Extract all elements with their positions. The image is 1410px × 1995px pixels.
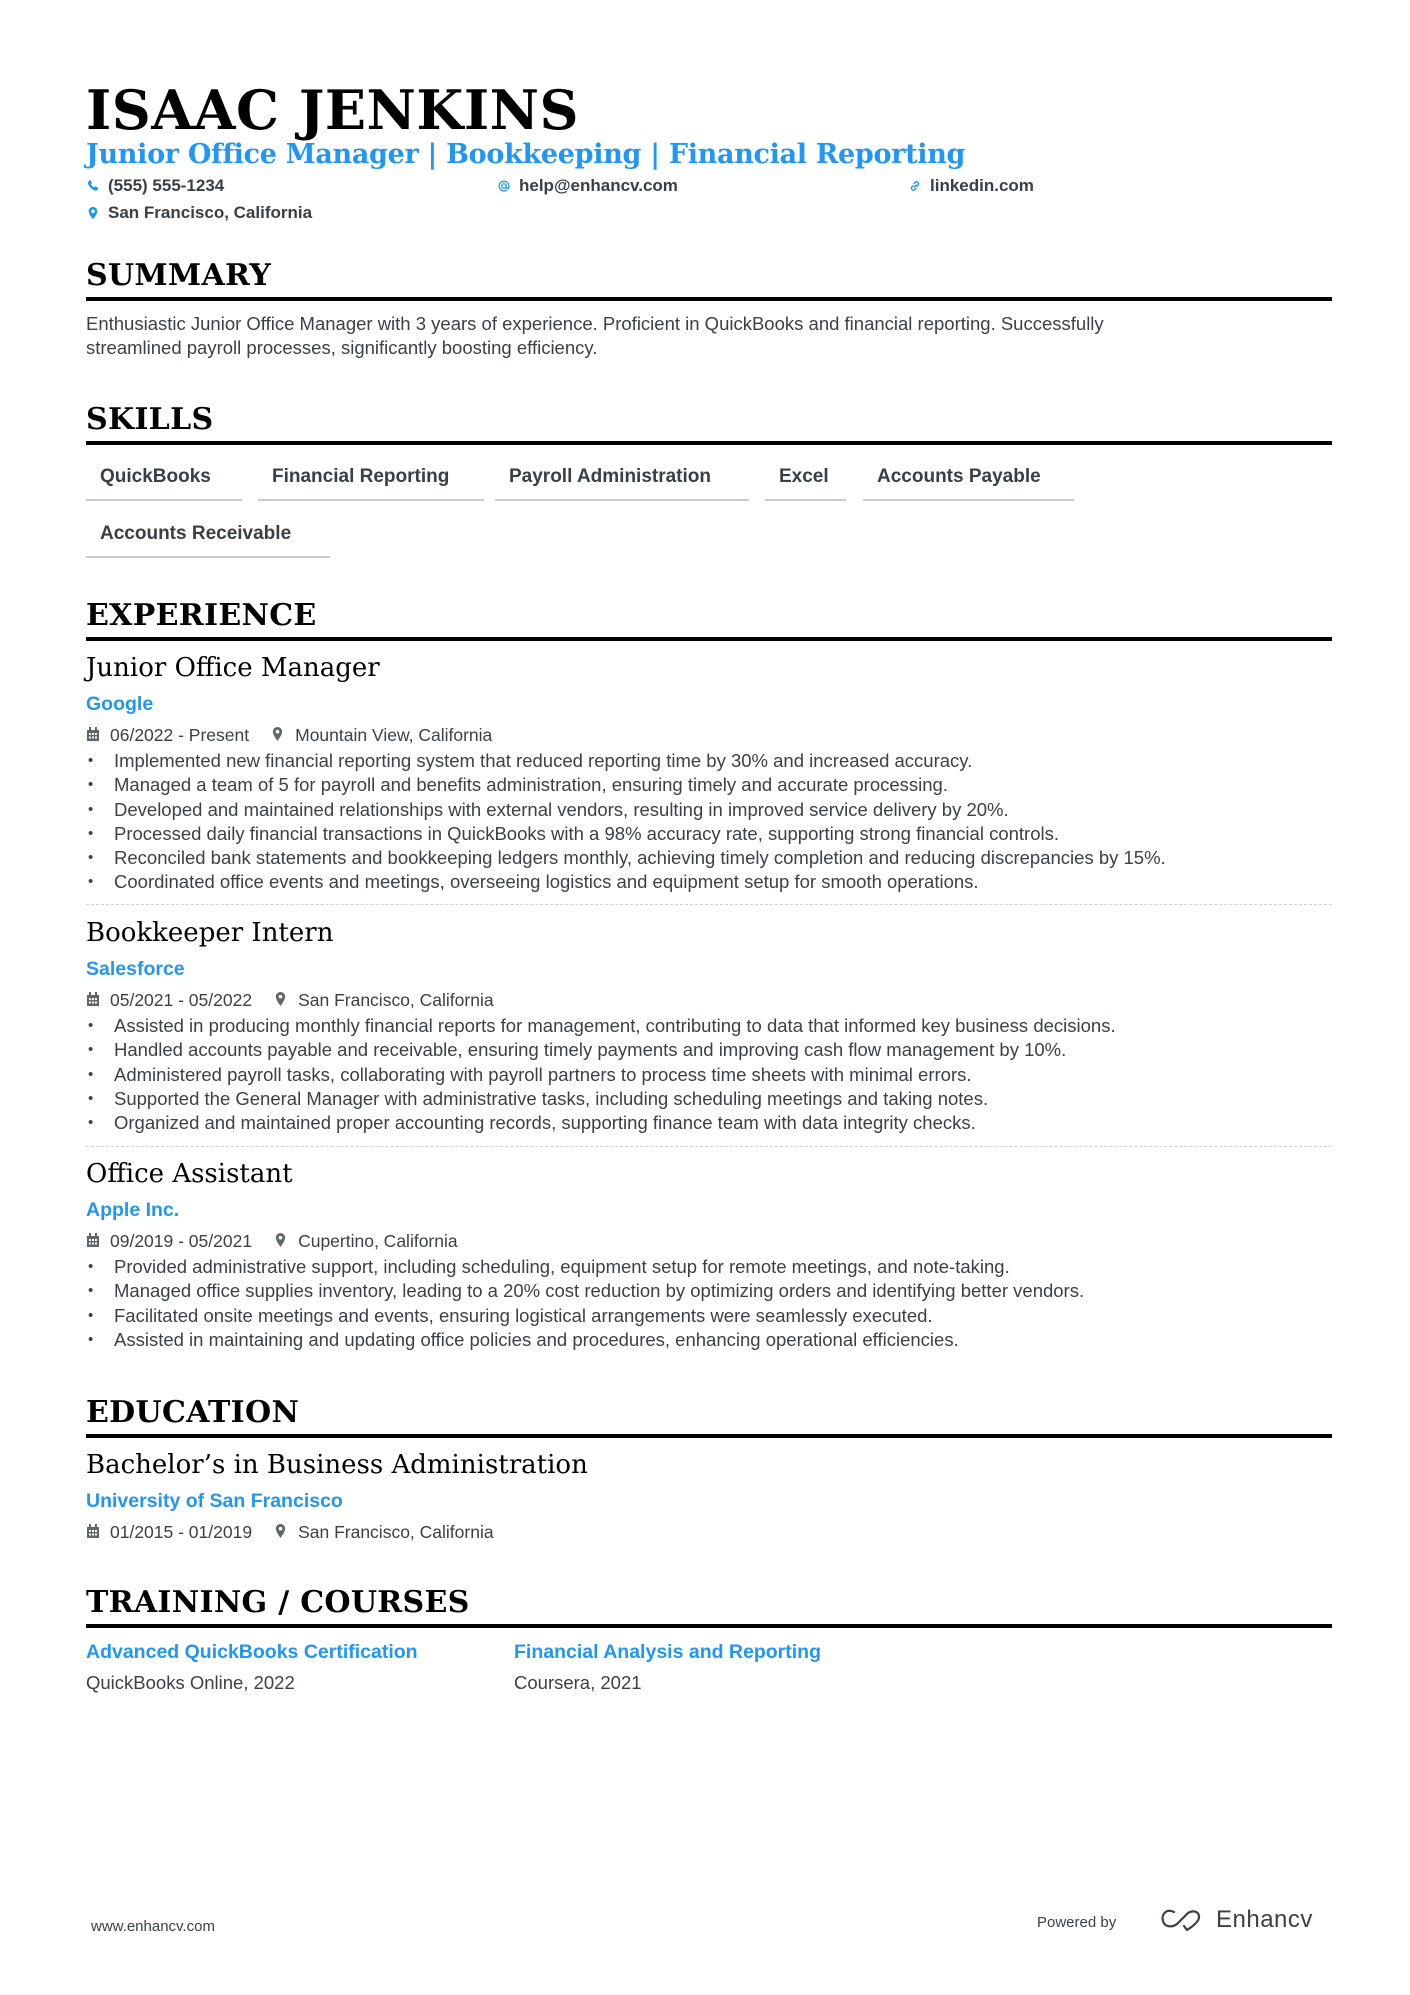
candidate-subtitle: Junior Office Manager | Bookkeeping | Fi…	[86, 139, 966, 170]
course-title: Advanced QuickBooks Certification	[86, 1641, 418, 1663]
skill-tag: Financial Reporting	[258, 465, 484, 501]
calendar-icon	[86, 726, 102, 744]
contact-email[interactable]: help@enhancv.com	[497, 175, 678, 197]
bullet-item: Assisted in producing monthly financial …	[86, 1014, 1332, 1039]
job-location-text: San Francisco, California	[298, 990, 494, 1010]
course-title: Financial Analysis and Reporting	[514, 1641, 822, 1663]
section-divider	[86, 441, 1332, 445]
bullet-item: Managed office supplies inventory, leadi…	[86, 1279, 1332, 1304]
education-meta: 01/2015 - 01/2019 San Francisco, Califor…	[86, 1521, 494, 1543]
bullet-item: Provided administrative support, includi…	[86, 1255, 1332, 1280]
phone-number: (555) 555-1234	[108, 176, 225, 195]
job-meta: 09/2019 - 05/2021 Cupertino, California	[86, 1230, 458, 1252]
section-divider	[86, 297, 1332, 301]
education-section-header: EDUCATION	[86, 1395, 1332, 1438]
at-icon	[498, 180, 510, 192]
bullet-item: Reconciled bank statements and bookkeepi…	[86, 846, 1332, 871]
link-icon	[910, 181, 920, 191]
job-meta: 05/2021 - 05/2022 San Francisco, Califor…	[86, 989, 494, 1011]
section-divider	[86, 637, 1332, 641]
phone-icon	[87, 179, 99, 191]
bullet-item: Assisted in maintaining and updating off…	[86, 1328, 1332, 1353]
company-name: Apple Inc.	[86, 1199, 180, 1221]
job-title: Office Assistant	[86, 1159, 293, 1189]
email-address[interactable]: help@enhancv.com	[519, 175, 678, 197]
summary-text: Enthusiastic Junior Office Manager with …	[86, 312, 1332, 360]
bullet-item: Administered payroll tasks, collaboratin…	[86, 1063, 1332, 1088]
calendar-icon	[86, 1523, 102, 1541]
section-divider	[86, 1624, 1332, 1628]
contact-linkedin[interactable]: linkedin.com	[908, 175, 1034, 197]
skill-tag: Accounts Receivable	[86, 522, 330, 558]
calendar-icon	[86, 1232, 102, 1250]
calendar-icon	[86, 991, 102, 1009]
job-bullets: Assisted in producing monthly financial …	[86, 1014, 1332, 1136]
course-detail: Coursera, 2021	[514, 1672, 642, 1693]
degree-title: Bachelor’s in Business Administration	[86, 1450, 588, 1480]
job-divider	[86, 1146, 1332, 1147]
training-section-header: TRAINING / COURSES	[86, 1585, 1332, 1628]
job-title: Junior Office Manager	[86, 653, 380, 683]
job-dates: 05/2021 - 05/2022	[110, 990, 253, 1010]
job-dates: 06/2022 - Present	[110, 725, 250, 745]
education-dates: 01/2015 - 01/2019	[110, 1522, 253, 1542]
summary-line: streamlined payroll processes, significa…	[86, 337, 598, 358]
education-location-text: San Francisco, California	[298, 1522, 494, 1542]
map-pin-icon	[271, 726, 287, 744]
course-detail: QuickBooks Online, 2022	[86, 1672, 295, 1693]
map-pin-icon	[274, 1232, 290, 1250]
map-pin-icon	[274, 1523, 290, 1541]
bullet-item: Managed a team of 5 for payroll and bene…	[86, 773, 1332, 798]
enhancv-brand-name: Enhancv	[1216, 1906, 1313, 1933]
job-location: Mountain View, California	[271, 724, 492, 746]
skill-tag: Excel	[765, 465, 846, 501]
bullet-item: Coordinated office events and meetings, …	[86, 870, 1332, 895]
map-pin-icon	[274, 991, 290, 1009]
training-heading: TRAINING / COURSES	[86, 1585, 470, 1620]
education-location: San Francisco, California	[274, 1521, 494, 1543]
enhancv-logo-icon	[1161, 1909, 1201, 1932]
experience-section-header: EXPERIENCE	[86, 598, 1332, 641]
skill-tag: QuickBooks	[86, 465, 242, 501]
contact-location: San Francisco, California	[86, 202, 312, 224]
job-title: Bookkeeper Intern	[86, 918, 334, 948]
contact-phone: (555) 555-1234	[86, 175, 224, 197]
job-divider	[86, 904, 1332, 905]
skills-heading: SKILLS	[86, 402, 214, 437]
summary-line: Enthusiastic Junior Office Manager with …	[86, 313, 1104, 334]
bullet-item: Developed and maintained relationships w…	[86, 798, 1332, 823]
summary-heading: SUMMARY	[86, 258, 272, 293]
summary-section-header: SUMMARY	[86, 258, 1332, 301]
bullet-item: Handled accounts payable and receivable,…	[86, 1038, 1332, 1063]
bullet-item: Supported the General Manager with admin…	[86, 1087, 1332, 1112]
bullet-item: Organized and maintained proper accounti…	[86, 1111, 1332, 1136]
powered-by-label: Powered by	[1037, 1914, 1117, 1931]
bullet-item: Implemented new financial reporting syst…	[86, 749, 1332, 774]
job-location: Cupertino, California	[274, 1230, 458, 1252]
job-meta: 06/2022 - Present Mountain View, Califor…	[86, 724, 492, 746]
job-location: San Francisco, California	[274, 989, 494, 1011]
job-dates: 09/2019 - 05/2021	[110, 1231, 253, 1251]
school-name: University of San Francisco	[86, 1490, 343, 1512]
linkedin-link[interactable]: linkedin.com	[930, 175, 1034, 197]
job-bullets: Implemented new financial reporting syst…	[86, 749, 1332, 895]
map-pin-icon	[88, 206, 98, 220]
job-location-text: Cupertino, California	[298, 1231, 458, 1251]
experience-heading: EXPERIENCE	[86, 598, 317, 633]
job-location-text: Mountain View, California	[295, 725, 493, 745]
company-name: Google	[86, 693, 154, 715]
candidate-name: ISAAC JENKINS	[86, 78, 579, 142]
enhancv-brand[interactable]: Enhancv	[1160, 1906, 1313, 1934]
skill-tag: Accounts Payable	[863, 465, 1074, 501]
footer-website-link[interactable]: www.enhancv.com	[91, 1918, 215, 1935]
section-divider	[86, 1434, 1332, 1438]
education-heading: EDUCATION	[86, 1395, 300, 1430]
skills-section-header: SKILLS	[86, 402, 1332, 445]
company-name: Salesforce	[86, 958, 185, 980]
bullet-item: Processed daily financial transactions i…	[86, 822, 1332, 847]
bullet-item: Facilitated onsite meetings and events, …	[86, 1304, 1332, 1329]
job-bullets: Provided administrative support, includi…	[86, 1255, 1332, 1352]
skill-tag: Payroll Administration	[495, 465, 749, 501]
location-text: San Francisco, California	[108, 203, 313, 222]
